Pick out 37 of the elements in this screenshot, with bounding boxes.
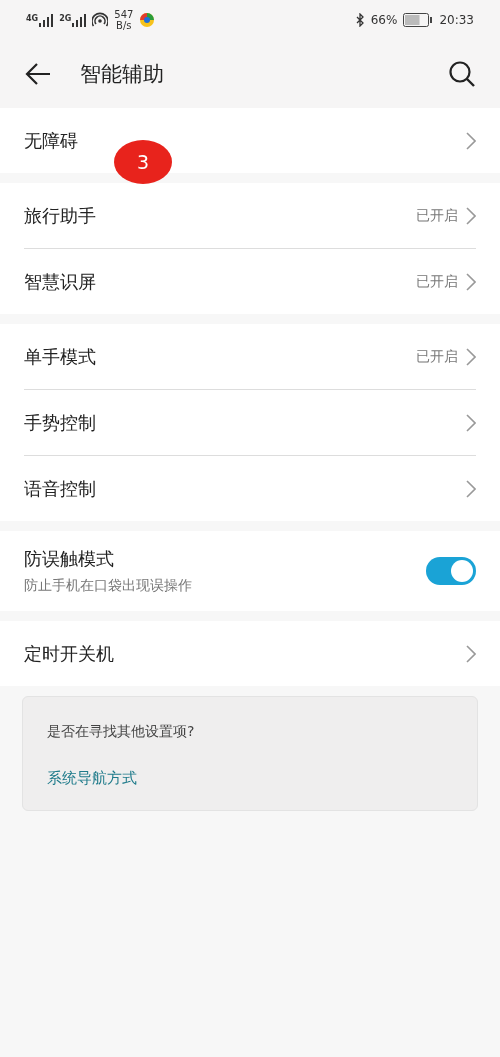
- row-status: 已开启: [416, 206, 458, 225]
- chevron-right-icon: [466, 644, 476, 663]
- toggle-switch[interactable]: [426, 557, 476, 585]
- row-label: 手势控制: [24, 410, 96, 435]
- row-label: 单手模式: [24, 344, 96, 369]
- row-label: 防误触模式: [24, 547, 115, 571]
- chevron-right-icon: [466, 347, 476, 366]
- speed-value: 547: [114, 9, 134, 20]
- search-icon[interactable]: [448, 60, 476, 88]
- row-label: 旅行助手: [24, 203, 96, 228]
- battery-percent: 66%: [370, 13, 398, 27]
- clock: 20:33: [439, 13, 474, 27]
- network-label: 2G: [59, 13, 72, 23]
- chevron-right-icon: [466, 131, 476, 150]
- bluetooth-icon: [355, 13, 365, 27]
- chevron-right-icon: [466, 413, 476, 432]
- battery-icon: [403, 13, 434, 27]
- chevron-right-icon: [466, 206, 476, 225]
- suggestion-link[interactable]: 系统导航方式: [47, 769, 137, 788]
- speed-unit: B/s: [116, 20, 132, 31]
- chevron-right-icon: [466, 272, 476, 291]
- signal-icon: [39, 13, 54, 27]
- signal-icon: [72, 13, 87, 27]
- suggestion-question: 是否在寻找其他设置项?: [47, 723, 195, 741]
- row-description: 防止手机在口袋出现误操作: [24, 577, 192, 595]
- row-status: 已开启: [416, 347, 458, 366]
- row-label: 定时开关机: [24, 641, 114, 666]
- chevron-right-icon: [466, 479, 476, 498]
- app-icon: [139, 12, 156, 28]
- page-title: 智能辅助: [80, 61, 165, 88]
- row-label: 无障碍: [24, 128, 78, 153]
- network-label: 4G: [26, 13, 39, 23]
- hotspot-icon: [92, 12, 109, 28]
- row-label: 语音控制: [24, 476, 96, 501]
- row-status: 已开启: [416, 272, 458, 291]
- row-label: 智慧识屏: [24, 269, 96, 294]
- back-arrow-icon[interactable]: [24, 62, 52, 86]
